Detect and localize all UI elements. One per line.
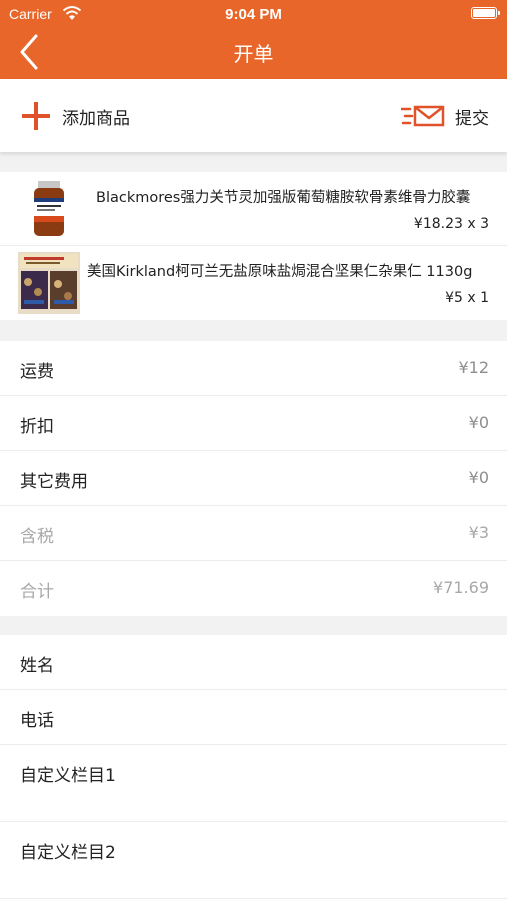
custom-field-1-label: 自定义栏目1 (20, 766, 116, 786)
shipping-fee-label: 运费 (20, 362, 54, 382)
product-price-qty: ¥18.23 x 3 (413, 216, 489, 232)
discount-value: ¥0 (468, 413, 489, 432)
customer-info-form: 姓名 电话 自定义栏目1 自定义栏目2 (0, 635, 507, 900)
total-label: 合计 (20, 582, 54, 602)
other-fee-row[interactable]: 其它费用 ¥0 (0, 451, 507, 506)
nav-bar: Carrier 9:04 PM 开单 (0, 0, 507, 79)
phone-field[interactable]: 电话 (0, 690, 507, 745)
total-value: ¥71.69 (433, 578, 489, 597)
fee-list: 运费 ¥12 折扣 ¥0 其它费用 ¥0 含税 ¥3 合计 ¥71.69 (0, 341, 507, 616)
battery-icon (471, 7, 500, 19)
shipping-fee-value: ¥12 (458, 358, 489, 377)
plus-icon (22, 102, 50, 130)
discount-row[interactable]: 折扣 ¥0 (0, 396, 507, 451)
phone-label: 电话 (20, 711, 54, 731)
other-fee-value: ¥0 (468, 468, 489, 487)
product-thumbnail (18, 252, 80, 314)
product-row[interactable]: Blackmores强力关节灵加强版葡萄糖胺软骨素维骨力胶囊 ¥18.23 x … (0, 172, 507, 246)
name-label: 姓名 (20, 656, 54, 676)
send-mail-icon (401, 105, 445, 127)
custom-field-2-label: 自定义栏目2 (20, 843, 116, 863)
submit-button[interactable]: 提交 (401, 101, 489, 131)
tax-label: 含税 (20, 527, 54, 547)
total-row: 合计 ¥71.69 (0, 561, 507, 616)
product-price-qty: ¥5 x 1 (445, 290, 489, 306)
status-bar: Carrier 9:04 PM (0, 0, 507, 28)
tax-row: 含税 ¥3 (0, 506, 507, 561)
other-fee-label: 其它费用 (20, 472, 88, 492)
submit-label: 提交 (455, 108, 489, 129)
shipping-fee-row[interactable]: 运费 ¥12 (0, 341, 507, 396)
custom-field-2[interactable]: 自定义栏目2 (0, 822, 507, 899)
action-toolbar: 添加商品 提交 (0, 79, 507, 152)
product-name: Blackmores强力关节灵加强版葡萄糖胺软骨素维骨力胶囊 (96, 190, 471, 206)
discount-label: 折扣 (20, 417, 54, 437)
tax-value: ¥3 (468, 523, 489, 542)
product-list: Blackmores强力关节灵加强版葡萄糖胺软骨素维骨力胶囊 ¥18.23 x … (0, 172, 507, 320)
product-name: 美国Kirkland柯可兰无盐原味盐焗混合坚果仁杂果仁 1130g (87, 264, 473, 280)
add-product-label: 添加商品 (62, 108, 130, 129)
add-product-button[interactable]: 添加商品 (22, 101, 130, 131)
page-title: 开单 (233, 42, 274, 66)
status-time: 9:04 PM (225, 6, 282, 23)
product-row[interactable]: 美国Kirkland柯可兰无盐原味盐焗混合坚果仁杂果仁 1130g ¥5 x 1 (0, 246, 507, 320)
name-field[interactable]: 姓名 (0, 635, 507, 690)
product-thumbnail (18, 178, 80, 240)
custom-field-1[interactable]: 自定义栏目1 (0, 745, 507, 822)
